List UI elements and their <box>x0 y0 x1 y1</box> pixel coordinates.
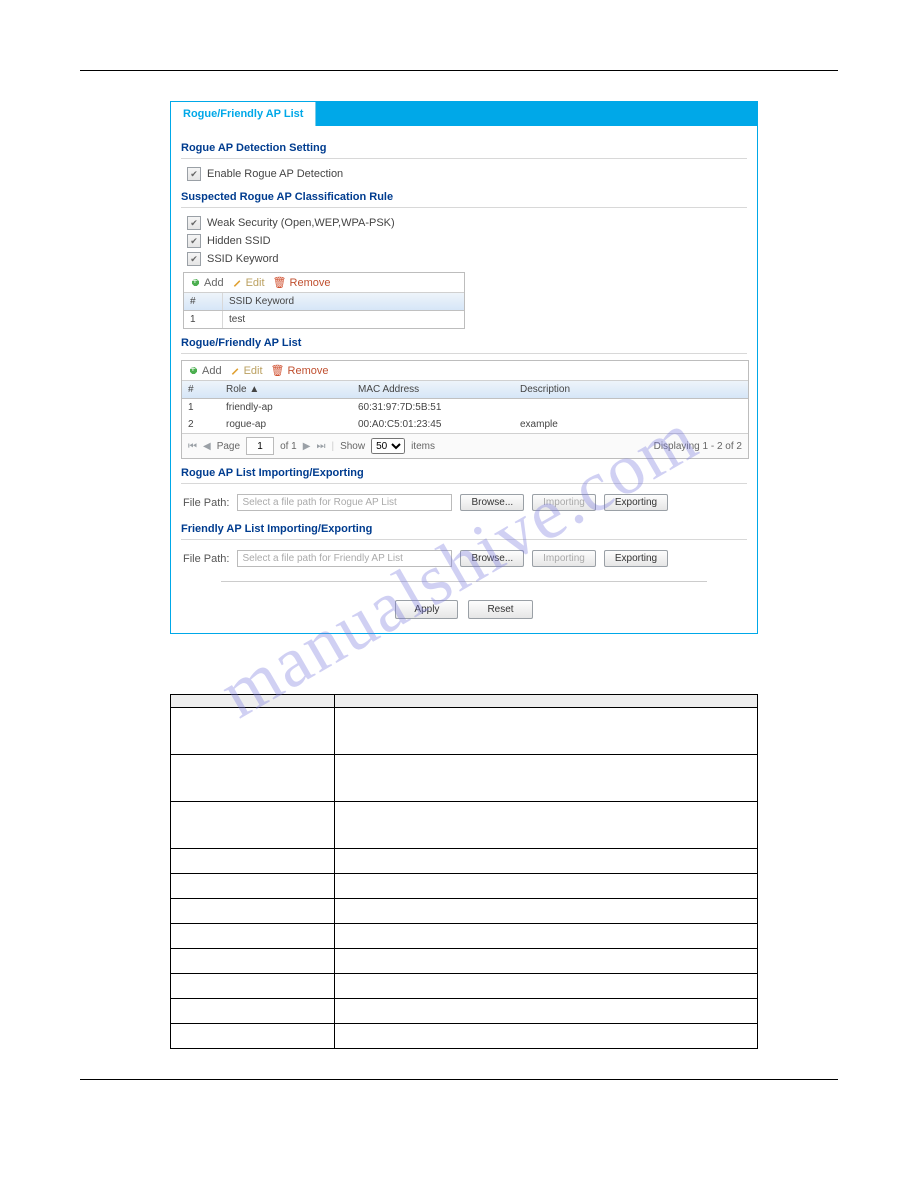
cell-mac: 60:31:97:7D:5B:51 <box>352 400 514 415</box>
ssid-kw-header: # SSID Keyword <box>184 293 464 311</box>
pager: ⏮ ◀ Page of 1 ▶ ⏭ | Show 50 items Displa… <box>182 433 748 458</box>
label-ssid-keyword: SSID Keyword <box>207 253 279 265</box>
divider <box>181 207 747 208</box>
exporting-button[interactable]: Exporting <box>604 550 668 567</box>
exporting-button[interactable]: Exporting <box>604 494 668 511</box>
remove-button[interactable]: 🗑Remove <box>271 364 329 377</box>
divider <box>181 353 747 354</box>
label-enable-detection: Enable Rogue AP Detection <box>207 168 343 180</box>
divider <box>181 483 747 484</box>
col-role[interactable]: Role ▲ <box>220 381 352 398</box>
table-row <box>171 849 758 874</box>
divider <box>221 581 707 582</box>
tab-rogue-friendly[interactable]: Rogue/Friendly AP List <box>171 102 316 126</box>
page-label: Page <box>217 441 240 452</box>
of-label: of 1 <box>280 441 297 452</box>
file-path-label: File Path: <box>183 497 229 509</box>
ssid-kw-toolbar: Add Edit 🗑Remove <box>184 273 464 293</box>
table-row <box>171 1024 758 1049</box>
section-title-friendly-import: Friendly AP List Importing/Exporting <box>181 523 747 535</box>
checkbox-hidden-ssid[interactable]: ✔ <box>187 234 201 248</box>
trash-icon: 🗑 <box>271 364 285 377</box>
aplist-toolbar: Add Edit 🗑Remove <box>182 361 748 381</box>
spec-table <box>170 694 758 1049</box>
divider <box>181 539 747 540</box>
checkbox-weak-security[interactable]: ✔ <box>187 216 201 230</box>
edit-icon <box>230 365 241 376</box>
plus-icon <box>190 277 201 288</box>
reset-button[interactable]: Reset <box>468 600 532 619</box>
ssid-keyword-table: Add Edit 🗑Remove # SSID Keyword 1 test <box>183 272 465 329</box>
plus-icon <box>188 365 199 376</box>
cell-desc: example <box>514 417 748 432</box>
table-row <box>171 755 758 802</box>
section-title-rogue-import: Rogue AP List Importing/Exporting <box>181 467 747 479</box>
importing-button[interactable]: Importing <box>532 494 596 511</box>
cell-idx: 1 <box>184 311 223 328</box>
cell-role: rogue-ap <box>220 417 352 432</box>
checkbox-ssid-keyword[interactable]: ✔ <box>187 252 201 266</box>
cell-role: friendly-ap <box>220 400 352 415</box>
table-row[interactable]: 1 friendly-ap 60:31:97:7D:5B:51 <box>182 399 748 416</box>
rogue-file-input[interactable]: Select a file path for Rogue AP List <box>237 494 452 511</box>
file-path-label: File Path: <box>183 553 229 565</box>
display-info: Displaying 1 - 2 of 2 <box>654 441 742 452</box>
add-button[interactable]: Add <box>188 365 222 377</box>
friendly-file-input[interactable]: Select a file path for Friendly AP List <box>237 550 452 567</box>
table-row <box>171 874 758 899</box>
cell-idx: 2 <box>182 417 220 432</box>
bottom-rule <box>80 1079 838 1080</box>
page-input[interactable] <box>246 437 274 455</box>
col-keyword: SSID Keyword <box>223 293 464 310</box>
importing-button[interactable]: Importing <box>532 550 596 567</box>
table-row[interactable]: 2 rogue-ap 00:A0:C5:01:23:45 example <box>182 416 748 433</box>
edit-button[interactable]: Edit <box>232 277 265 289</box>
cell-idx: 1 <box>182 400 220 415</box>
table-row <box>171 974 758 999</box>
table-row <box>171 949 758 974</box>
col-desc[interactable]: Description <box>514 381 748 398</box>
first-page-icon[interactable]: ⏮ <box>188 441 197 452</box>
edit-button[interactable]: Edit <box>230 365 263 377</box>
last-page-icon[interactable]: ⏭ <box>316 441 325 452</box>
divider <box>181 158 747 159</box>
table-row <box>171 924 758 949</box>
label-weak-security: Weak Security (Open,WEP,WPA-PSK) <box>207 217 395 229</box>
ssid-kw-row[interactable]: 1 test <box>184 311 464 328</box>
tabbar: Rogue/Friendly AP List <box>171 102 757 126</box>
col-mac[interactable]: MAC Address <box>352 381 514 398</box>
col-idx[interactable]: # <box>182 381 220 398</box>
show-label: Show <box>340 441 365 452</box>
cell-desc <box>514 400 748 415</box>
items-label: items <box>411 441 435 452</box>
prev-page-icon[interactable]: ◀ <box>203 441 211 452</box>
label-hidden-ssid: Hidden SSID <box>207 235 271 247</box>
section-title-aplist: Rogue/Friendly AP List <box>181 337 747 349</box>
edit-icon <box>232 277 243 288</box>
table-row <box>171 899 758 924</box>
ap-list-table: Add Edit 🗑Remove # Role ▲ MAC Address De… <box>181 360 749 459</box>
remove-button[interactable]: 🗑Remove <box>273 276 331 289</box>
top-rule <box>80 70 838 71</box>
config-panel: Rogue/Friendly AP List Rogue AP Detectio… <box>170 101 758 634</box>
cell-keyword: test <box>223 311 464 328</box>
show-select[interactable]: 50 <box>371 438 405 454</box>
apply-button[interactable]: Apply <box>395 600 458 619</box>
browse-button[interactable]: Browse... <box>460 550 524 567</box>
table-row <box>171 802 758 849</box>
section-title-detection: Rogue AP Detection Setting <box>181 142 747 154</box>
next-page-icon[interactable]: ▶ <box>303 441 311 452</box>
trash-icon: 🗑 <box>273 276 287 289</box>
table-row <box>171 999 758 1024</box>
col-idx: # <box>184 293 223 310</box>
section-title-classification: Suspected Rogue AP Classification Rule <box>181 191 747 203</box>
browse-button[interactable]: Browse... <box>460 494 524 511</box>
checkbox-enable-detection[interactable]: ✔ <box>187 167 201 181</box>
add-button[interactable]: Add <box>190 277 224 289</box>
aplist-header: # Role ▲ MAC Address Description <box>182 381 748 399</box>
cell-mac: 00:A0:C5:01:23:45 <box>352 417 514 432</box>
table-row <box>171 708 758 755</box>
